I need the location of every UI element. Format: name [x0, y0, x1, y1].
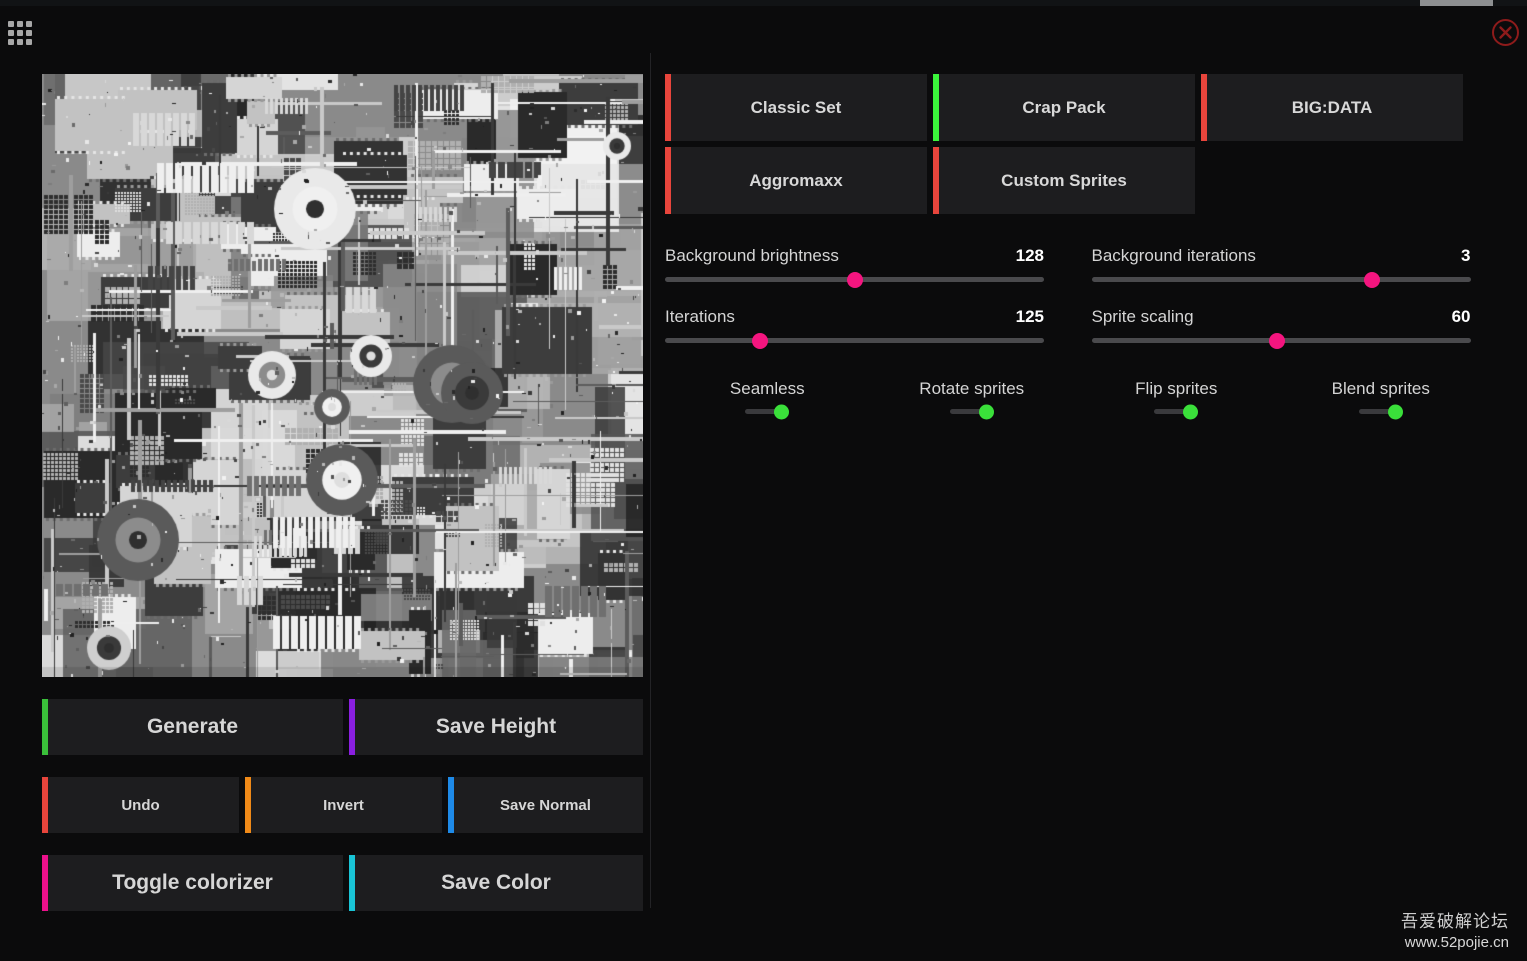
- slider-iterations: Iterations 125: [665, 307, 1044, 349]
- apps-grid-icon[interactable]: [8, 21, 32, 45]
- action-row-3: Toggle colorizer Save Color: [42, 855, 643, 911]
- slider-sprite-scaling: Sprite scaling 60: [1091, 307, 1471, 349]
- toggle-seamless-switch[interactable]: [745, 404, 790, 419]
- action-row-1: Generate Save Height: [42, 699, 643, 755]
- generate-button-label: Generate: [146, 715, 239, 738]
- preset-custom-sprites-label: Custom Sprites: [1001, 170, 1127, 190]
- save-color-button-label: Save Color: [441, 871, 551, 894]
- toggle-seamless-label: Seamless: [729, 379, 805, 398]
- toggle-blend-sprites-switch[interactable]: [1358, 404, 1403, 419]
- invert-button[interactable]: Invert: [245, 777, 442, 833]
- preset-row-1: Classic Set Crap Pack BIG:DATA: [665, 74, 1483, 141]
- toggle-blend-sprites-label: Blend sprites: [1331, 379, 1430, 398]
- slider-background-brightness: Background brightness 128: [665, 246, 1044, 288]
- slider-background-brightness-head: Background brightness 128: [665, 246, 1044, 266]
- texture-preview-canvas: [42, 74, 643, 677]
- toggle-rotate-sprites-knob: [978, 404, 994, 419]
- slider-background-brightness-label: Background brightness: [665, 246, 839, 265]
- slider-background-iterations-knob[interactable]: [1363, 271, 1380, 288]
- left-panel: Generate Save Height Undo Invert Save No…: [42, 74, 643, 911]
- slider-sprite-scaling-knob[interactable]: [1269, 332, 1286, 349]
- preset-crap-pack[interactable]: Crap Pack: [933, 74, 1195, 141]
- toggle-blend-sprites: Blend sprites: [1279, 379, 1484, 419]
- slider-background-iterations-label: Background iterations: [1091, 246, 1256, 265]
- slider-background-brightness-track[interactable]: [665, 271, 1044, 288]
- slider-background-iterations-track[interactable]: [1091, 271, 1471, 288]
- slider-grid: Background brightness 128 Background ite…: [665, 246, 1483, 349]
- preset-classic-set-label: Classic Set: [750, 97, 842, 117]
- preset-aggromaxx-label: Aggromaxx: [749, 170, 843, 190]
- main-body: Generate Save Height Undo Invert Save No…: [0, 53, 1527, 961]
- toggle-rotate-sprites-switch[interactable]: [949, 404, 994, 419]
- action-row-2: Undo Invert Save Normal: [42, 777, 643, 833]
- preset-classic-set[interactable]: Classic Set: [665, 74, 927, 141]
- toggle-rotate-sprites-label: Rotate sprites: [919, 379, 1025, 398]
- slider-background-iterations: Background iterations 3: [1091, 246, 1471, 288]
- toggle-flip-sprites-knob: [1183, 404, 1199, 419]
- slider-sprite-scaling-track[interactable]: [1091, 332, 1471, 349]
- panel-divider: [650, 53, 651, 908]
- toggle-grid: Seamless Rotate sprites Flip sprites Ble…: [665, 379, 1484, 419]
- toggle-rotate-sprites: Rotate sprites: [870, 379, 1075, 419]
- slider-background-iterations-head: Background iterations 3: [1092, 246, 1471, 266]
- generate-button[interactable]: Generate: [42, 699, 343, 755]
- toggle-blend-sprites-knob: [1387, 404, 1403, 419]
- title-bar: [0, 6, 1527, 53]
- toggle-colorizer-button-label: Toggle colorizer: [112, 871, 273, 894]
- toggle-seamless-knob: [774, 404, 790, 419]
- preset-crap-pack-label: Crap Pack: [1022, 97, 1106, 117]
- slider-iterations-knob[interactable]: [751, 332, 768, 349]
- preset-row-2-spacer: [1201, 147, 1463, 214]
- toggle-flip-sprites-switch[interactable]: [1154, 404, 1199, 419]
- slider-background-brightness-value: 128: [1015, 246, 1044, 265]
- right-panel: Classic Set Crap Pack BIG:DATA Aggromaxx…: [665, 74, 1484, 419]
- invert-button-label: Invert: [323, 796, 364, 814]
- undo-button[interactable]: Undo: [42, 777, 239, 833]
- slider-sprite-scaling-head: Sprite scaling 60: [1092, 307, 1471, 327]
- preset-row-2: Aggromaxx Custom Sprites: [665, 147, 1483, 214]
- slider-background-iterations-value: 3: [1461, 246, 1471, 265]
- toggle-seamless: Seamless: [665, 379, 870, 419]
- slider-sprite-scaling-value: 60: [1451, 307, 1471, 326]
- preset-aggromaxx[interactable]: Aggromaxx: [665, 147, 927, 214]
- save-normal-button-label: Save Normal: [500, 796, 591, 814]
- slider-sprite-scaling-label: Sprite scaling: [1091, 307, 1194, 326]
- app-window: Generate Save Height Undo Invert Save No…: [0, 0, 1527, 961]
- close-circle-icon[interactable]: [1491, 18, 1520, 47]
- texture-preview[interactable]: [42, 74, 643, 677]
- preset-big-data[interactable]: BIG:DATA: [1201, 74, 1463, 141]
- toggle-flip-sprites-label: Flip sprites: [1135, 379, 1218, 398]
- slider-iterations-value: 125: [1015, 307, 1044, 326]
- save-color-button[interactable]: Save Color: [349, 855, 643, 911]
- save-height-button-label: Save Height: [435, 715, 557, 738]
- save-height-button[interactable]: Save Height: [349, 699, 643, 755]
- slider-iterations-label: Iterations: [665, 307, 735, 326]
- toggle-flip-sprites: Flip sprites: [1074, 379, 1279, 419]
- slider-background-brightness-knob[interactable]: [846, 271, 863, 288]
- slider-iterations-track[interactable]: [665, 332, 1044, 349]
- preset-custom-sprites[interactable]: Custom Sprites: [933, 147, 1195, 214]
- slider-iterations-head: Iterations 125: [665, 307, 1044, 327]
- save-normal-button[interactable]: Save Normal: [448, 777, 643, 833]
- preset-big-data-label: BIG:DATA: [1291, 97, 1373, 117]
- undo-button-label: Undo: [121, 796, 160, 814]
- toggle-colorizer-button[interactable]: Toggle colorizer: [42, 855, 343, 911]
